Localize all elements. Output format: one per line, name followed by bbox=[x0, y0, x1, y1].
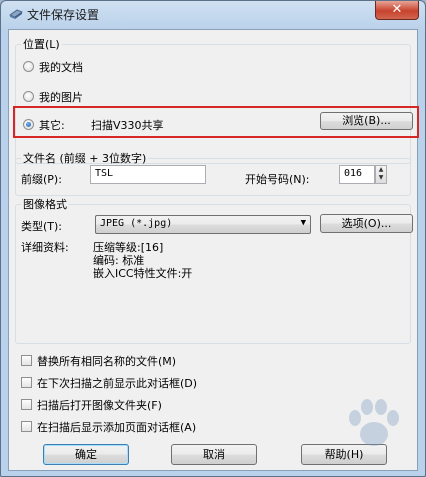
image-format-legend: 图像格式 bbox=[23, 198, 67, 211]
spin-down-icon[interactable]: ▼ bbox=[376, 174, 386, 182]
checkbox-open-folder[interactable] bbox=[21, 399, 32, 410]
radio-other[interactable] bbox=[23, 119, 34, 130]
format-type-select[interactable]: JPEG (*.jpg) ▼ bbox=[95, 215, 311, 234]
location-legend: 位置(L) bbox=[23, 38, 60, 51]
radio-my-documents-label[interactable]: 我的文档 bbox=[39, 59, 83, 75]
prefix-label: 前缀(P): bbox=[21, 173, 62, 186]
ok-button[interactable]: 确定 bbox=[43, 444, 129, 465]
ok-button-label: 确定 bbox=[75, 448, 97, 461]
options-button[interactable]: 选项(O)... bbox=[320, 214, 413, 233]
format-type-value: JPEG (*.jpg) bbox=[100, 218, 173, 229]
filename-legend: 文件名 (前缀 + 3位数字) bbox=[23, 152, 147, 165]
checkbox-add-page-dialog-label[interactable]: 在扫描后显示添加页面对话框(A) bbox=[37, 419, 196, 435]
checkbox-show-before-scan-label[interactable]: 在下次扫描之前显示此对话框(D) bbox=[37, 375, 197, 391]
checkbox-replace-same-name[interactable] bbox=[21, 355, 32, 366]
details-label: 详细资料: bbox=[21, 241, 69, 254]
other-path-text: 扫描V330共享 bbox=[91, 119, 164, 132]
scanner-app-icon bbox=[9, 9, 23, 19]
dropdown-arrow-icon: ▼ bbox=[300, 218, 306, 228]
close-icon: ✕ bbox=[391, 2, 403, 17]
checkbox-add-page-dialog[interactable] bbox=[21, 421, 32, 432]
radio-my-pictures-label[interactable]: 我的图片 bbox=[39, 89, 83, 105]
prefix-input[interactable]: TSL bbox=[90, 165, 206, 184]
checkbox-replace-same-name-label[interactable]: 替换所有相同名称的文件(M) bbox=[37, 353, 176, 369]
spin-up-icon[interactable]: ▲ bbox=[376, 166, 386, 174]
checkbox-show-before-scan[interactable] bbox=[21, 377, 32, 388]
radio-other-label[interactable]: 其它: bbox=[39, 117, 65, 133]
details-line: 嵌入ICC特性文件:开 bbox=[93, 267, 193, 280]
radio-my-documents[interactable] bbox=[23, 61, 34, 72]
checkbox-open-folder-label[interactable]: 扫描后打开图像文件夹(F) bbox=[37, 397, 162, 413]
start-number-label: 开始号码(N): bbox=[245, 173, 310, 186]
file-save-settings-window: 文件保存设置 ✕ 位置(L) 我的文档 我的图片 其它: 扫描V330共享 浏览… bbox=[0, 0, 426, 477]
window-title: 文件保存设置 bbox=[27, 8, 100, 22]
browse-button[interactable]: 浏览(B)... bbox=[320, 112, 413, 130]
title-bar[interactable]: 文件保存设置 ✕ bbox=[1, 1, 425, 29]
cancel-button-label: 取消 bbox=[203, 448, 225, 461]
cancel-button[interactable]: 取消 bbox=[171, 444, 257, 465]
paw-watermark-icon bbox=[349, 399, 399, 446]
close-button[interactable]: ✕ bbox=[375, 1, 419, 20]
browse-button-label: 浏览(B)... bbox=[342, 114, 391, 127]
radio-my-pictures[interactable] bbox=[23, 91, 34, 102]
start-number-spinner[interactable]: ▲ ▼ bbox=[375, 165, 387, 184]
type-label: 类型(T): bbox=[21, 220, 63, 233]
options-button-label: 选项(O)... bbox=[341, 217, 392, 230]
start-number-input[interactable]: 016 bbox=[339, 165, 375, 184]
